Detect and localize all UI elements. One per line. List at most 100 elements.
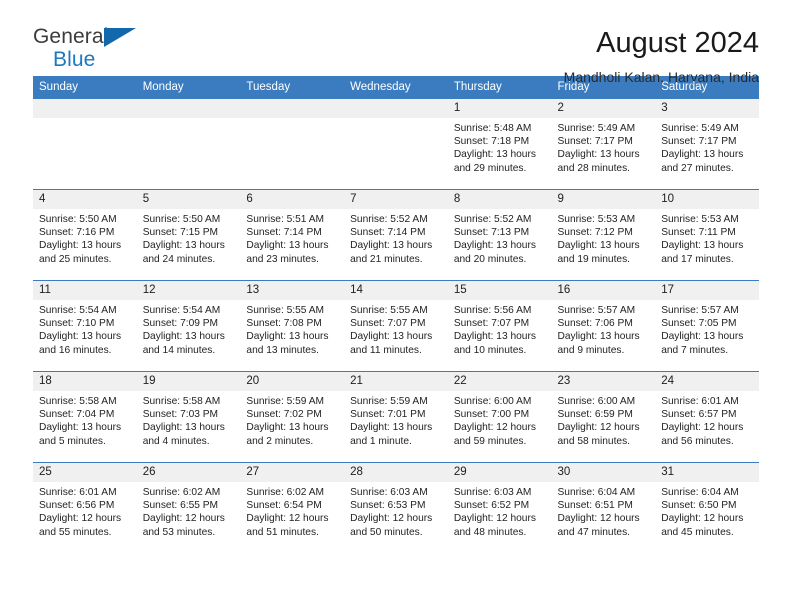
day-sun-info: Sunrise: 5:54 AM Sunset: 7:09 PM Daylight:… bbox=[137, 300, 241, 357]
calendar-day-cell[interactable]: 21 Sunrise: 5:59 AM Sunset: 7:01 PM Dayligh… bbox=[344, 371, 448, 463]
calendar-day-cell[interactable]: 11 Sunrise: 5:54 AM Sunset: 7:10 PM Dayligh… bbox=[33, 280, 137, 372]
calendar-day-cell[interactable]: 13 Sunrise: 5:55 AM Sunset: 7:08 PM Dayligh… bbox=[240, 280, 345, 372]
daylight-text-line1: Daylight: 13 hours bbox=[142, 240, 225, 252]
daylight-text-line2: and 29 minutes. bbox=[453, 162, 527, 174]
day-number: 5 bbox=[136, 190, 241, 209]
calendar-day-cell[interactable]: 1 Sunrise: 5:48 AM Sunset: 7:18 PM Daylight… bbox=[447, 98, 552, 190]
daylight-text-line1: Daylight: 13 hours bbox=[661, 149, 744, 161]
calendar-day-cell[interactable]: 26 Sunrise: 6:02 AM Sunset: 6:55 PM Dayligh… bbox=[136, 462, 241, 554]
calendar-day-cell[interactable]: 4 Sunrise: 5:50 AM Sunset: 7:16 PM Daylight… bbox=[33, 189, 137, 281]
brand-name-bottom: Blue bbox=[53, 48, 96, 71]
sunrise-text: Sunrise: 5:55 AM bbox=[246, 305, 324, 316]
day-sun-info: Sunrise: 6:02 AM Sunset: 6:54 PM Daylight:… bbox=[240, 482, 344, 539]
day-number: 4 bbox=[33, 190, 137, 209]
calendar-day-cell[interactable]: 31 Sunrise: 6:04 AM Sunset: 6:50 PM Dayligh… bbox=[655, 462, 759, 554]
day-sun-info: Sunrise: 6:04 AM Sunset: 6:50 PM Daylight:… bbox=[655, 482, 759, 539]
sunset-text: Sunset: 6:50 PM bbox=[661, 500, 737, 512]
day-number: 12 bbox=[136, 281, 241, 300]
sunrise-text: Sunrise: 6:00 AM bbox=[453, 396, 532, 407]
daylight-text-line2: and 1 minute. bbox=[350, 435, 412, 447]
day-sun-info: Sunrise: 6:00 AM Sunset: 7:00 PM Daylight:… bbox=[448, 391, 552, 448]
calendar-day-cell[interactable]: 10 Sunrise: 5:53 AM Sunset: 7:11 PM Dayligh… bbox=[655, 189, 759, 281]
brand-logo[interactable]: General Blue bbox=[33, 26, 153, 78]
daylight-text-line2: and 48 minutes. bbox=[453, 526, 527, 538]
calendar-day-cell[interactable]: 25 Sunrise: 6:01 AM Sunset: 6:56 PM Dayligh… bbox=[33, 462, 137, 554]
daylight-text-line2: and 55 minutes. bbox=[39, 526, 112, 538]
calendar-day-cell[interactable]: 16 Sunrise: 5:57 AM Sunset: 7:06 PM Dayligh… bbox=[551, 280, 656, 372]
day-sun-info: Sunrise: 6:03 AM Sunset: 6:52 PM Daylight:… bbox=[448, 482, 552, 539]
daylight-text-line2: and 51 minutes. bbox=[246, 526, 319, 538]
calendar-day-cell[interactable]: 18 Sunrise: 5:58 AM Sunset: 7:04 PM Dayligh… bbox=[33, 371, 137, 463]
calendar-day-cell[interactable]: 12 Sunrise: 5:54 AM Sunset: 7:09 PM Dayligh… bbox=[136, 280, 241, 372]
calendar-day-cell[interactable]: 8 Sunrise: 5:52 AM Sunset: 7:13 PM Daylight… bbox=[447, 189, 552, 281]
calendar-day-cell[interactable]: 3 Sunrise: 5:49 AM Sunset: 7:17 PM Daylight… bbox=[655, 98, 759, 190]
calendar-day-cell[interactable]: 5 Sunrise: 5:50 AM Sunset: 7:15 PM Daylight… bbox=[136, 189, 241, 281]
sunrise-text: Sunrise: 5:59 AM bbox=[350, 396, 428, 407]
calendar-day-cell[interactable]: 27 Sunrise: 6:02 AM Sunset: 6:54 PM Dayligh… bbox=[240, 462, 345, 554]
calendar-day-cell[interactable]: 22 Sunrise: 6:00 AM Sunset: 7:00 PM Dayligh… bbox=[447, 371, 552, 463]
daylight-text-line2: and 47 minutes. bbox=[557, 526, 631, 538]
sunrise-text: Sunrise: 6:04 AM bbox=[557, 487, 636, 498]
day-number: 10 bbox=[655, 190, 759, 209]
day-sun-info: Sunrise: 5:53 AM Sunset: 7:11 PM Daylight:… bbox=[655, 209, 759, 266]
sunset-text: Sunset: 7:15 PM bbox=[142, 227, 219, 239]
calendar-week-row: 11 Sunrise: 5:54 AM Sunset: 7:10 PM Dayligh… bbox=[33, 280, 759, 372]
calendar-cell-empty bbox=[240, 98, 345, 190]
daylight-text-line2: and 45 minutes. bbox=[661, 526, 734, 538]
day-number: 25 bbox=[33, 463, 137, 482]
calendar-day-cell[interactable]: 7 Sunrise: 5:52 AM Sunset: 7:14 PM Daylight… bbox=[344, 189, 448, 281]
calendar-day-cell[interactable]: 29 Sunrise: 6:03 AM Sunset: 6:52 PM Dayligh… bbox=[447, 462, 552, 554]
calendar-day-cell[interactable]: 23 Sunrise: 6:00 AM Sunset: 6:59 PM Dayligh… bbox=[551, 371, 656, 463]
calendar-day-cell[interactable]: 24 Sunrise: 6:01 AM Sunset: 6:57 PM Dayligh… bbox=[655, 371, 759, 463]
daylight-text-line1: Daylight: 13 hours bbox=[661, 331, 744, 343]
day-sun-info: Sunrise: 6:00 AM Sunset: 6:59 PM Daylight:… bbox=[552, 391, 656, 448]
day-sun-info: Sunrise: 5:59 AM Sunset: 7:02 PM Daylight:… bbox=[240, 391, 344, 448]
calendar-day-cell[interactable]: 15 Sunrise: 5:56 AM Sunset: 7:07 PM Dayligh… bbox=[447, 280, 552, 372]
day-number: 14 bbox=[344, 281, 448, 300]
daylight-text-line2: and 53 minutes. bbox=[142, 526, 216, 538]
daylight-text-line2: and 50 minutes. bbox=[350, 526, 423, 538]
day-sun-info: Sunrise: 5:58 AM Sunset: 7:03 PM Daylight:… bbox=[137, 391, 241, 448]
sunset-text: Sunset: 6:57 PM bbox=[661, 409, 737, 421]
day-number bbox=[33, 99, 137, 118]
day-sun-info: Sunrise: 5:55 AM Sunset: 7:08 PM Daylight:… bbox=[240, 300, 344, 357]
sunset-text: Sunset: 7:07 PM bbox=[453, 318, 530, 330]
daylight-text-line2: and 5 minutes. bbox=[39, 435, 106, 447]
day-number: 31 bbox=[655, 463, 759, 482]
calendar-day-cell[interactable]: 17 Sunrise: 5:57 AM Sunset: 7:05 PM Dayligh… bbox=[655, 280, 759, 372]
daylight-text-line2: and 2 minutes. bbox=[246, 435, 314, 447]
calendar-day-cell[interactable]: 19 Sunrise: 5:58 AM Sunset: 7:03 PM Dayligh… bbox=[136, 371, 241, 463]
day-sun-info: Sunrise: 5:59 AM Sunset: 7:01 PM Daylight:… bbox=[344, 391, 448, 448]
sunset-text: Sunset: 7:08 PM bbox=[246, 318, 322, 330]
calendar-day-cell[interactable]: 20 Sunrise: 5:59 AM Sunset: 7:02 PM Dayligh… bbox=[240, 371, 345, 463]
daylight-text-line1: Daylight: 12 hours bbox=[661, 422, 744, 434]
daylight-text-line2: and 9 minutes. bbox=[557, 344, 625, 356]
day-number bbox=[344, 99, 448, 118]
daylight-text-line1: Daylight: 13 hours bbox=[661, 240, 744, 252]
day-number: 2 bbox=[551, 99, 656, 118]
weekday-sunday: Sunday bbox=[33, 76, 137, 99]
sunset-text: Sunset: 7:11 PM bbox=[661, 227, 736, 239]
day-sun-info: Sunrise: 6:02 AM Sunset: 6:55 PM Daylight:… bbox=[137, 482, 241, 539]
weekday-tuesday: Tuesday bbox=[240, 76, 345, 99]
calendar-day-cell[interactable]: 9 Sunrise: 5:53 AM Sunset: 7:12 PM Daylight… bbox=[551, 189, 656, 281]
sunset-text: Sunset: 7:13 PM bbox=[453, 227, 530, 239]
page-header: General Blue August 2024 Mandholi Kalan,… bbox=[33, 0, 759, 85]
day-sun-info: Sunrise: 6:04 AM Sunset: 6:51 PM Daylight:… bbox=[552, 482, 656, 539]
calendar-day-cell[interactable]: 6 Sunrise: 5:51 AM Sunset: 7:14 PM Daylight… bbox=[240, 189, 345, 281]
calendar-cell-empty bbox=[136, 98, 241, 190]
calendar-grid: Sunday Monday Tuesday Wednesday Thursday… bbox=[33, 76, 759, 554]
daylight-text-line1: Daylight: 13 hours bbox=[557, 331, 640, 343]
calendar-day-cell[interactable]: 28 Sunrise: 6:03 AM Sunset: 6:53 PM Dayligh… bbox=[344, 462, 448, 554]
sunset-text: Sunset: 6:55 PM bbox=[142, 500, 219, 512]
calendar-day-cell[interactable]: 14 Sunrise: 5:55 AM Sunset: 7:07 PM Dayligh… bbox=[344, 280, 448, 372]
daylight-text-line1: Daylight: 13 hours bbox=[350, 240, 433, 252]
sunset-text: Sunset: 6:52 PM bbox=[453, 500, 530, 512]
day-sun-info: Sunrise: 5:49 AM Sunset: 7:17 PM Daylight:… bbox=[655, 118, 759, 175]
calendar-day-cell[interactable]: 30 Sunrise: 6:04 AM Sunset: 6:51 PM Dayligh… bbox=[551, 462, 656, 554]
sunset-text: Sunset: 7:00 PM bbox=[453, 409, 530, 421]
calendar-day-cell[interactable]: 2 Sunrise: 5:49 AM Sunset: 7:17 PM Daylight… bbox=[551, 98, 656, 190]
sunrise-text: Sunrise: 5:52 AM bbox=[453, 214, 532, 225]
sunrise-text: Sunrise: 5:51 AM bbox=[246, 214, 324, 225]
sunset-text: Sunset: 7:05 PM bbox=[661, 318, 737, 330]
